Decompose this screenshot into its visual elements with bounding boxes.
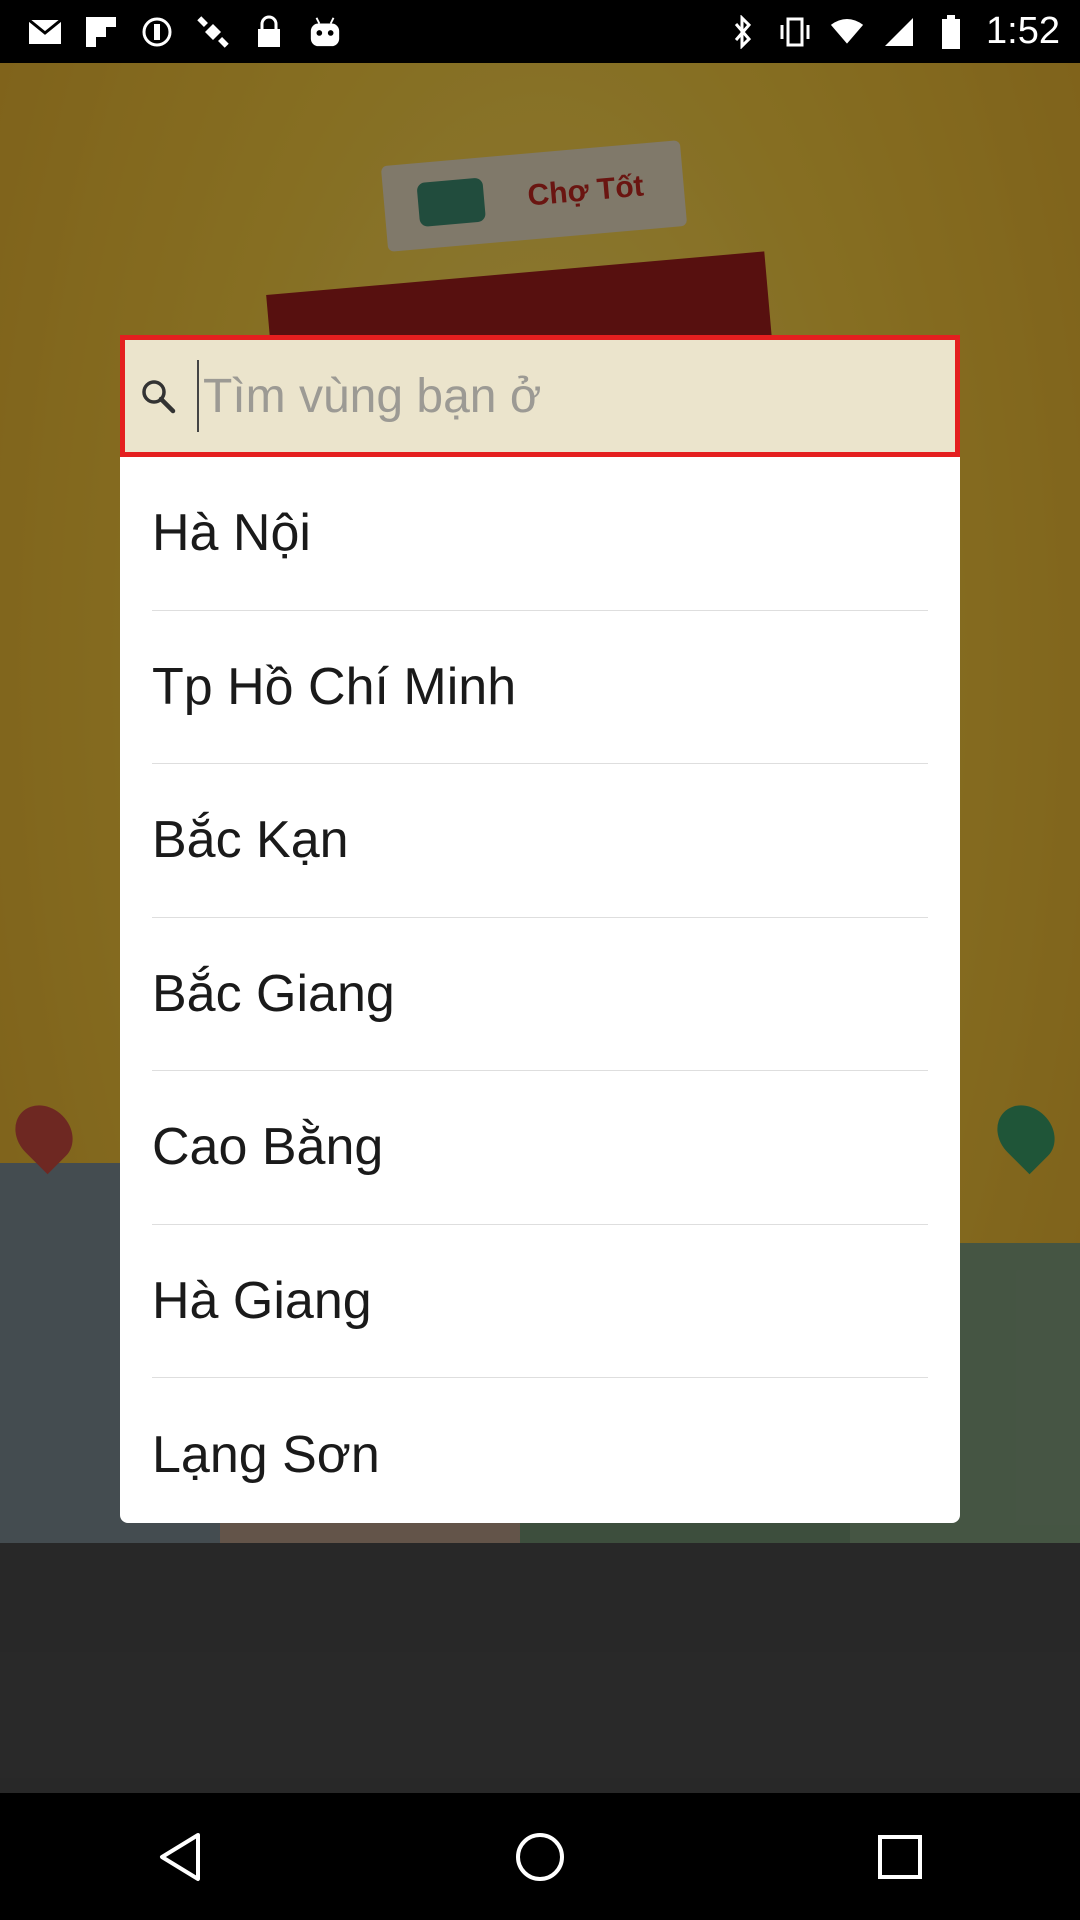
region-item[interactable]: Lạng Sơn [152,1378,928,1523]
status-time: 1:52 [986,10,1060,52]
recents-icon[interactable] [840,1797,960,1917]
home-icon[interactable] [480,1797,600,1917]
mail-icon [28,15,62,49]
signal-icon [882,15,916,49]
wifi-icon [830,15,864,49]
region-list: Hà Nội Tp Hồ Chí Minh Bắc Kạn Bắc Giang … [120,457,960,1523]
region-item[interactable]: Tp Hồ Chí Minh [152,611,928,764]
region-item[interactable]: Cao Bằng [152,1071,928,1225]
status-bar: 1:52 [0,0,1080,63]
back-icon[interactable] [120,1797,240,1917]
flipboard-icon [84,15,118,49]
cast-icon [140,15,174,49]
vibrate-icon [778,15,812,49]
android-icon [308,15,342,49]
search-icon [137,375,179,417]
search-input[interactable] [199,360,955,432]
region-item[interactable]: Bắc Giang [152,918,928,1071]
search-bar[interactable] [120,335,960,457]
lock-icon [252,15,286,49]
region-item[interactable]: Bắc Kạn [152,764,928,918]
region-item[interactable]: Hà Giang [152,1225,928,1378]
region-item[interactable]: Hà Nội [152,457,928,611]
bluetooth-icon [726,14,760,49]
satellite-icon [196,15,230,49]
navigation-bar [0,1793,1080,1920]
battery-icon [934,14,968,49]
region-picker-dialog: Hà Nội Tp Hồ Chí Minh Bắc Kạn Bắc Giang … [120,335,960,1523]
